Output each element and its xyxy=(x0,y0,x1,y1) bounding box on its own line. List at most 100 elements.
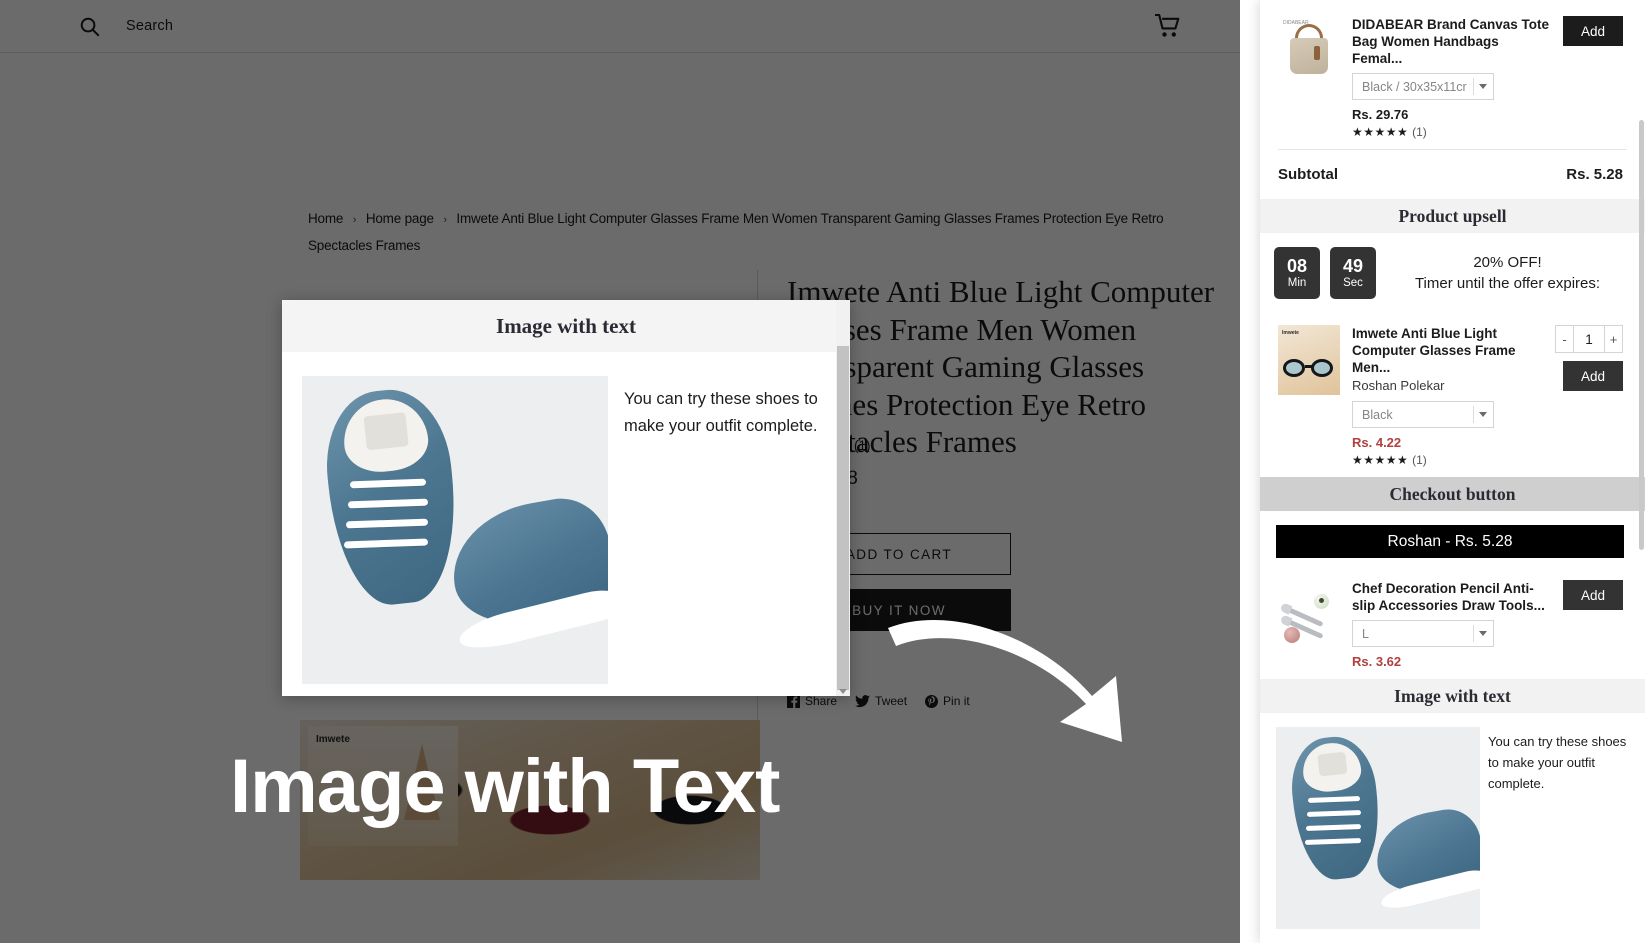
cart-item-stars: ★★★★★ xyxy=(1352,125,1409,139)
upsell-item-stars: ★★★★★ xyxy=(1352,453,1409,467)
subtotal-value: Rs. 5.28 xyxy=(1566,166,1623,183)
breadcrumb-home[interactable]: Home xyxy=(308,211,343,226)
breadcrumb-separator-2: › xyxy=(443,214,447,226)
panel-image-text: You can try these shoes to make your out… xyxy=(1488,734,1627,791)
select-divider xyxy=(1473,625,1474,642)
upsell-item-details: Imwete Anti Blue Light Computer Glasses … xyxy=(1352,325,1543,467)
quantity-decrease-button[interactable]: - xyxy=(1555,325,1574,353)
timer-message: 20% OFF! Timer until the offer expires: xyxy=(1386,252,1629,294)
pointer-arrow-icon xyxy=(888,619,1122,742)
subtotal-row: Subtotal Rs. 5.28 xyxy=(1260,150,1645,199)
timer-seconds-unit: Sec xyxy=(1343,276,1363,289)
glasses-image: Imwete xyxy=(1278,325,1340,395)
ball-dot xyxy=(1319,598,1324,603)
breadcrumb: Home › Home page › Imwete Anti Blue Ligh… xyxy=(308,206,1208,259)
timer-seconds: 49 Sec xyxy=(1330,247,1376,299)
cart-item-thumbnail[interactable]: DIDABEAR xyxy=(1278,16,1340,86)
checkout-item-actions: Add xyxy=(1563,580,1623,669)
panel-scrollbar[interactable] xyxy=(1638,0,1645,943)
quantity-increase-button[interactable]: + xyxy=(1604,325,1623,353)
upsell-item-add-button[interactable]: Add xyxy=(1563,361,1623,391)
image-with-text-header: Image with text xyxy=(1260,679,1645,713)
decoration-ball-2 xyxy=(1284,627,1300,643)
upsell-item-thumbnail[interactable]: Imwete xyxy=(1278,325,1340,395)
timer-minutes-unit: Min xyxy=(1287,276,1307,289)
shoe-top-view xyxy=(1286,732,1386,884)
discount-line: 20% OFF! xyxy=(1473,254,1542,271)
upsell-item-row: Imwete Imwete Anti Blue Light Computer G… xyxy=(1260,309,1645,477)
countdown-timer: 08 Min 49 Sec 20% OFF! Timer until the o… xyxy=(1260,233,1645,309)
pencil-tip xyxy=(1279,602,1293,615)
modal-body: You can try these shoes to make your out… xyxy=(282,352,850,696)
glasses-right-lens xyxy=(1311,359,1333,377)
cart-item-variant-select[interactable]: Black / 30x35x11cr xyxy=(1352,73,1494,100)
search-icon[interactable] xyxy=(76,13,102,39)
cart-item-variant-label: Black / 30x35x11cr xyxy=(1362,79,1467,94)
cart-item-title[interactable]: DIDABEAR Brand Canvas Tote Bag Women Han… xyxy=(1352,16,1551,67)
checkout-button[interactable]: Roshan - Rs. 5.28 xyxy=(1276,525,1624,558)
quantity-value[interactable]: 1 xyxy=(1574,325,1604,353)
search-input[interactable]: Search xyxy=(126,18,173,34)
panel-shoe-image xyxy=(1276,727,1480,929)
shoe-side-view xyxy=(1370,804,1480,914)
cart-side-panel: DIDABEAR DIDABEAR Brand Canvas Tote Bag … xyxy=(1260,0,1645,943)
modal-shoe-image xyxy=(302,376,608,684)
checkout-item-add-button[interactable]: Add xyxy=(1563,580,1623,610)
shoe-side-view xyxy=(442,491,608,656)
cart-item-add-button[interactable]: Add xyxy=(1563,16,1623,46)
cart-item-details: DIDABEAR Brand Canvas Tote Bag Women Han… xyxy=(1352,16,1551,139)
image-with-text-body: You can try these shoes to make your out… xyxy=(1260,713,1645,929)
upsell-item-variant-select[interactable]: Black xyxy=(1352,401,1494,428)
modal-scrollbar-thumb[interactable] xyxy=(837,346,849,690)
upsell-item-variant-label: Black xyxy=(1362,407,1393,422)
tote-bag-image: DIDABEAR xyxy=(1278,16,1340,86)
page-root: Search Home › Home page › Imwete Anti Bl… xyxy=(0,0,1645,943)
shoe-brand-label xyxy=(1316,751,1348,777)
chevron-down-icon xyxy=(1479,412,1487,417)
timer-minutes: 08 Min xyxy=(1274,247,1320,299)
twitter-icon xyxy=(855,694,870,707)
checkout-item-title[interactable]: Chef Decoration Pencil Anti-slip Accesso… xyxy=(1352,580,1551,614)
checkout-item-variant-select[interactable]: L xyxy=(1352,620,1494,647)
cart-item-review-count: (1) xyxy=(1412,125,1427,139)
cart-item-rating: ★★★★★ (1) xyxy=(1352,125,1551,139)
checkout-item-variant-label: L xyxy=(1362,626,1369,641)
upsell-item-title[interactable]: Imwete Anti Blue Light Computer Glasses … xyxy=(1352,325,1543,376)
cart-item-actions: Add xyxy=(1563,16,1623,139)
select-divider xyxy=(1473,78,1474,95)
timer-seconds-value: 49 xyxy=(1342,255,1364,276)
chef-tools-image xyxy=(1278,580,1340,650)
modal-text: You can try these shoes to make your out… xyxy=(624,390,818,435)
chevron-down-icon xyxy=(1479,84,1487,89)
modal-scrollbar[interactable] xyxy=(836,300,850,696)
shoe-sole xyxy=(1378,866,1480,914)
breadcrumb-home-page[interactable]: Home page xyxy=(366,211,434,226)
upsell-item-actions: - 1 + Add xyxy=(1555,325,1623,467)
facebook-icon xyxy=(787,694,800,708)
panel-scrollbar-thumb[interactable] xyxy=(1639,120,1644,550)
decoration-ball-1 xyxy=(1314,594,1329,609)
shoe-sole xyxy=(456,584,608,656)
image-with-text-modal: Image with text You can try these shoes … xyxy=(282,300,850,696)
shoe-brand-label xyxy=(363,411,410,451)
select-divider xyxy=(1473,406,1474,423)
product-upsell-header: Product upsell xyxy=(1260,199,1645,233)
upsell-item-review-count: (1) xyxy=(1412,453,1427,467)
pencil-tip xyxy=(1279,614,1293,627)
subtotal-label: Subtotal xyxy=(1278,166,1338,183)
scroll-down-icon[interactable] xyxy=(839,689,847,694)
page-title: Imwete Anti Blue Light Computer Glasses … xyxy=(787,274,1215,459)
share-facebook-label: Share xyxy=(805,694,838,708)
upsell-item-rating: ★★★★★ (1) xyxy=(1352,453,1543,467)
shoe-illustration xyxy=(1276,727,1480,929)
checkout-item-price: Rs. 3.62 xyxy=(1352,654,1402,669)
modal-title: Image with text xyxy=(282,300,850,352)
shoe-illustration xyxy=(302,376,608,684)
checkout-item-thumbnail[interactable] xyxy=(1278,580,1340,650)
chevron-down-icon xyxy=(1479,631,1487,636)
cart-item-price: Rs. 29.76 xyxy=(1352,107,1409,122)
upsell-item-vendor: Roshan Polekar xyxy=(1352,378,1445,393)
share-facebook-button[interactable]: Share xyxy=(787,694,837,708)
glasses-left-lens xyxy=(1283,359,1305,377)
cart-icon[interactable] xyxy=(1154,13,1182,39)
